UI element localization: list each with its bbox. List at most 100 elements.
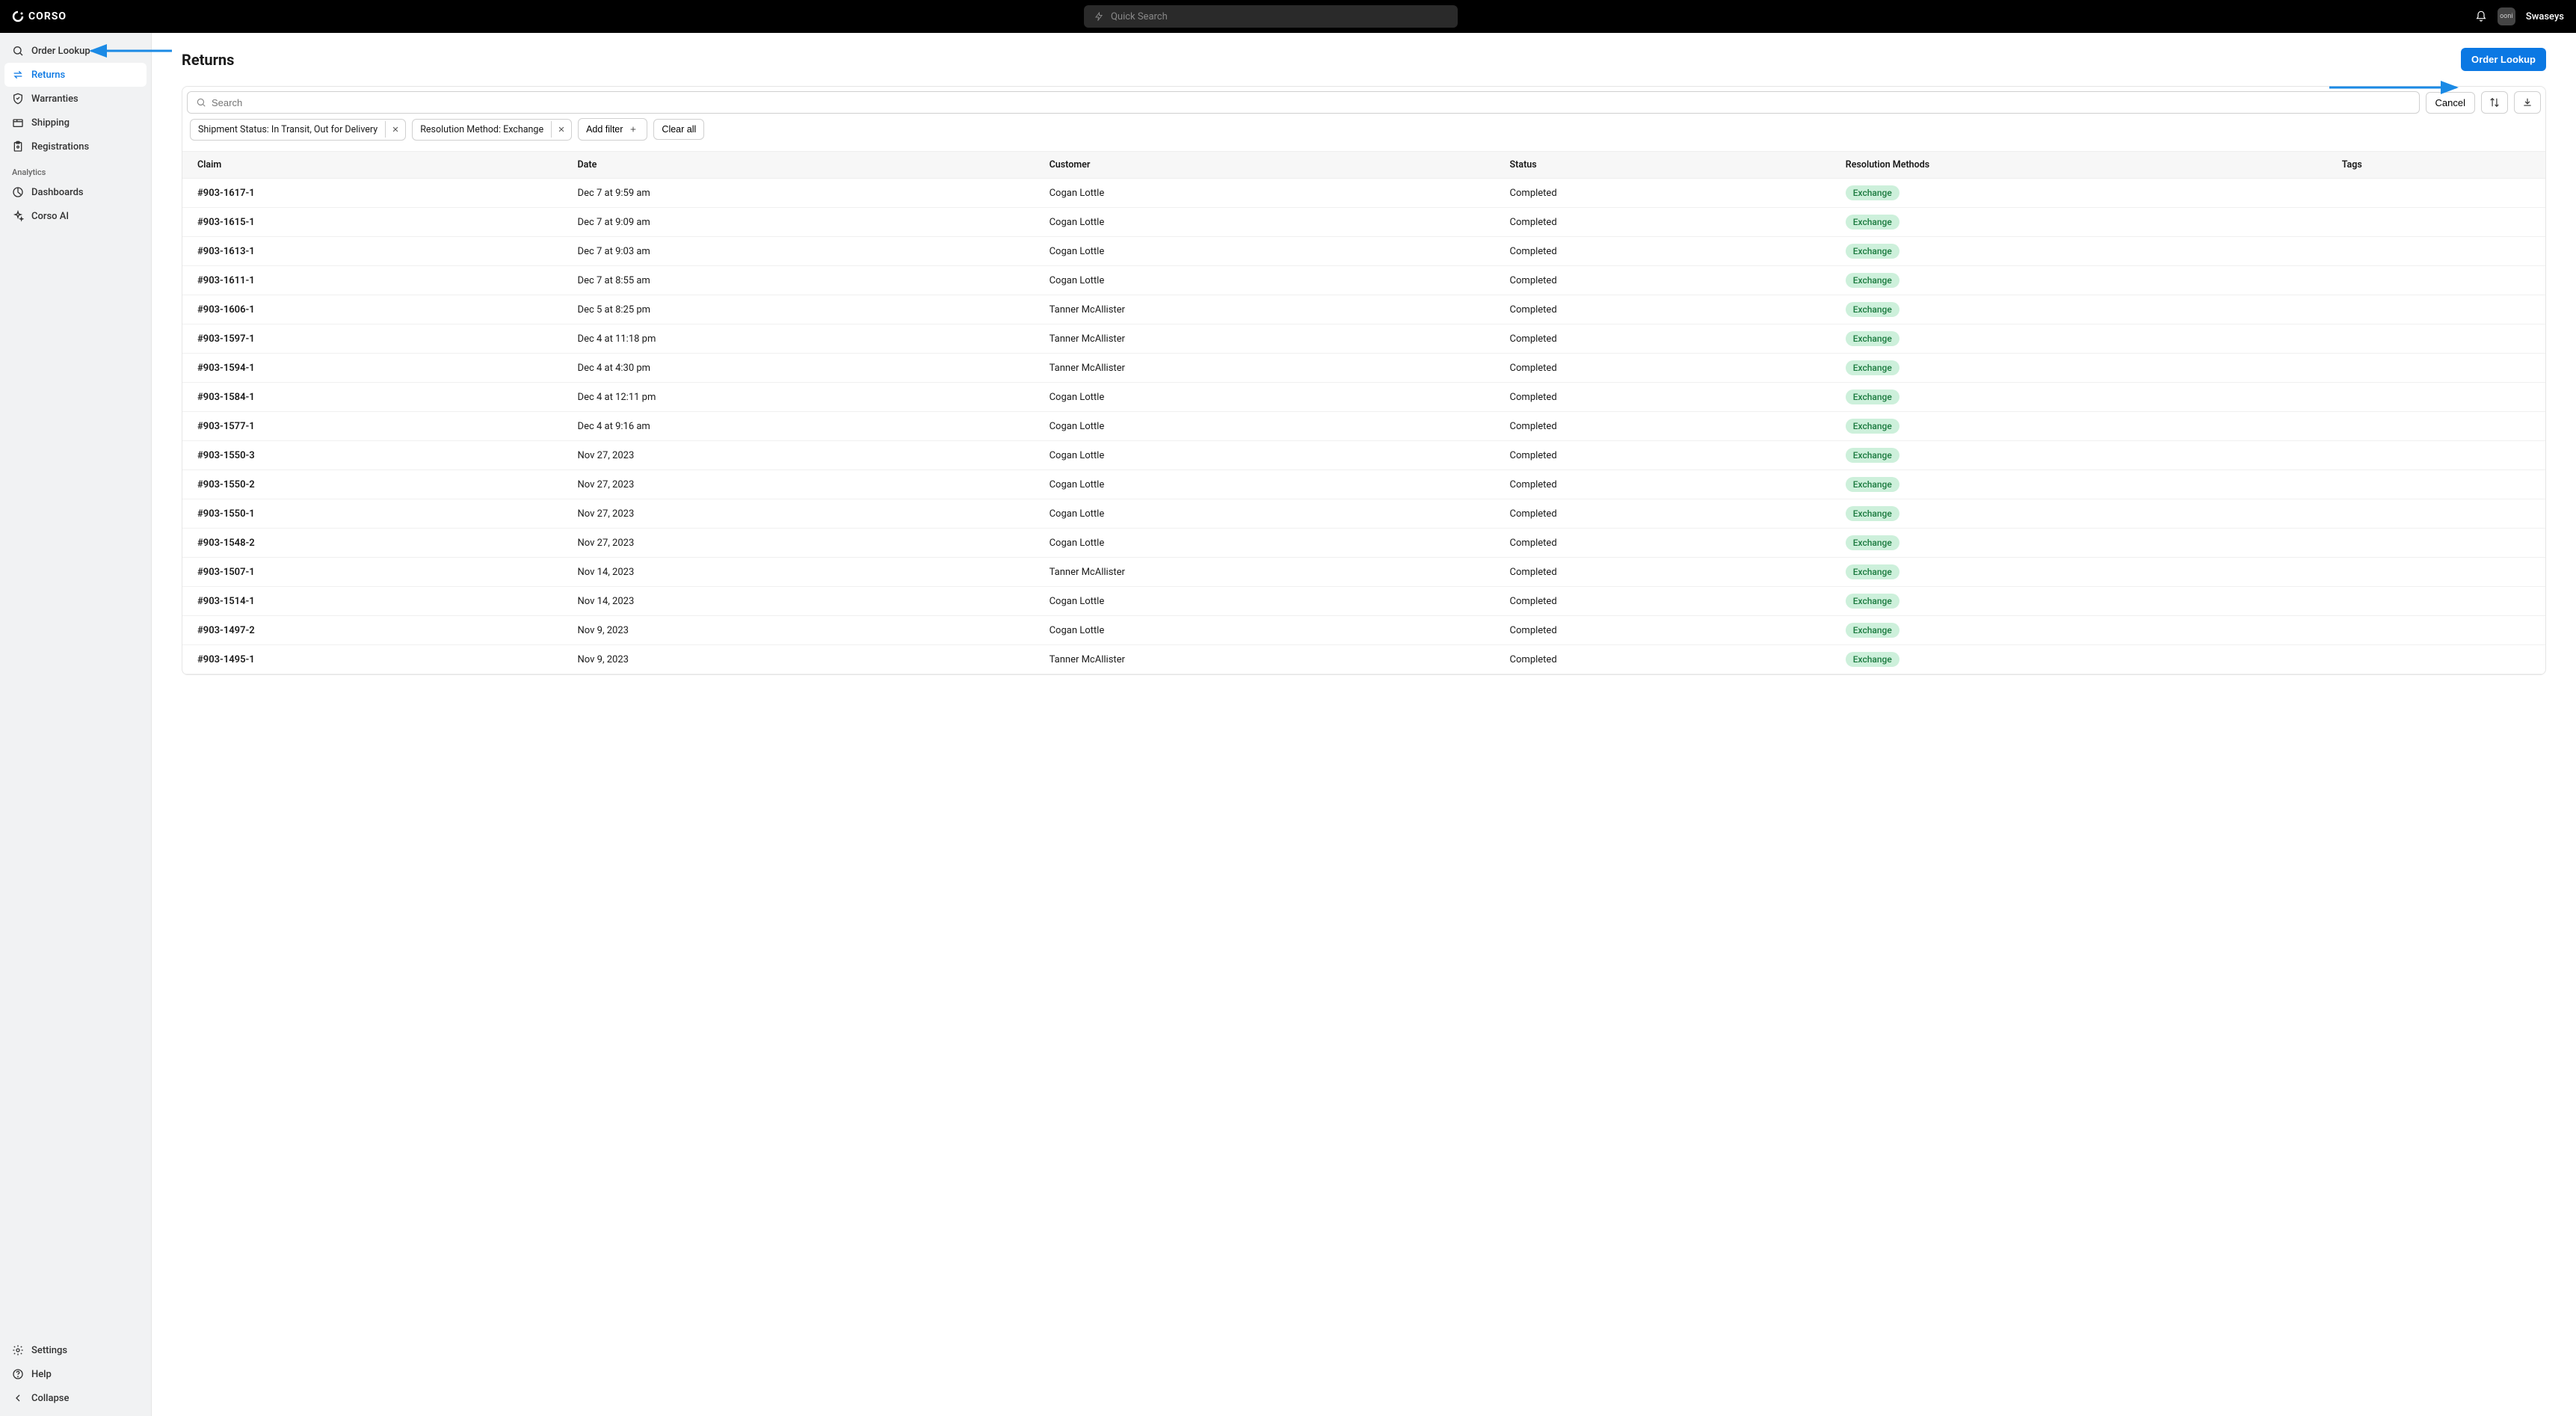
filter-chip[interactable]: Resolution Method: Exchange [412,119,572,141]
sidebar-item-settings[interactable]: Settings [4,1338,147,1362]
sidebar: Order LookupReturnsWarrantiesShippingReg… [0,33,152,1416]
plus-icon [627,123,639,135]
user-name[interactable]: Swaseys [2526,11,2564,22]
gear-icon [12,1344,24,1356]
resolution-badge: Exchange [1846,302,1899,317]
column-header[interactable]: Tags [2327,152,2545,179]
cell-date: Nov 27, 2023 [563,470,1035,499]
resolution-badge: Exchange [1846,535,1899,550]
table-search-field[interactable] [212,97,2412,108]
cell-date: Dec 7 at 9:59 am [563,179,1035,208]
cell-customer: Tanner McAllister [1035,295,1495,324]
download-button[interactable] [2514,91,2541,114]
cell-tags [2327,441,2545,470]
cell-tags [2327,354,2545,383]
quick-search-input[interactable]: Quick Search [1084,5,1458,28]
cell-customer: Cogan Lottle [1035,412,1495,441]
cell-tags [2327,558,2545,587]
cell-tags [2327,324,2545,354]
cell-resolution: Exchange [1831,208,2327,237]
swap-icon [12,69,24,81]
sidebar-item-collapse[interactable]: Collapse [4,1386,147,1410]
resolution-badge: Exchange [1846,185,1899,200]
sidebar-item-registrations[interactable]: Registrations [4,135,147,158]
table-row[interactable]: #903-1617-1Dec 7 at 9:59 amCogan LottleC… [182,179,2545,208]
quick-search-placeholder: Quick Search [1111,11,1168,22]
cell-claim: #903-1594-1 [182,354,563,383]
cell-customer: Cogan Lottle [1035,208,1495,237]
cell-status: Completed [1495,179,1831,208]
clear-all-button[interactable]: Clear all [653,119,704,140]
cell-claim: #903-1597-1 [182,324,563,354]
table-row[interactable]: #903-1507-1Nov 14, 2023Tanner McAllister… [182,558,2545,587]
order-lookup-button[interactable]: Order Lookup [2461,48,2546,71]
cell-date: Dec 7 at 8:55 am [563,266,1035,295]
table-row[interactable]: #903-1597-1Dec 4 at 11:18 pmTanner McAll… [182,324,2545,354]
cell-date: Nov 14, 2023 [563,587,1035,616]
cell-customer: Tanner McAllister [1035,324,1495,354]
cell-tags [2327,616,2545,645]
sidebar-item-warranties[interactable]: Warranties [4,87,147,111]
cell-resolution: Exchange [1831,324,2327,354]
sidebar-item-dashboards[interactable]: Dashboards [4,180,147,204]
cell-customer: Cogan Lottle [1035,616,1495,645]
sidebar-section-analytics: Analytics [4,158,147,180]
column-header[interactable]: Date [563,152,1035,179]
cancel-button[interactable]: Cancel [2426,92,2475,114]
cell-claim: #903-1611-1 [182,266,563,295]
column-header[interactable]: Customer [1035,152,1495,179]
table-row[interactable]: #903-1594-1Dec 4 at 4:30 pmTanner McAlli… [182,354,2545,383]
table-row[interactable]: #903-1550-2Nov 27, 2023Cogan LottleCompl… [182,470,2545,499]
table-row[interactable]: #903-1548-2Nov 27, 2023Cogan LottleCompl… [182,529,2545,558]
sidebar-item-shipping[interactable]: Shipping [4,111,147,135]
cell-status: Completed [1495,529,1831,558]
sort-button[interactable] [2481,91,2508,114]
bell-icon[interactable] [2475,10,2487,22]
table-row[interactable]: #903-1514-1Nov 14, 2023Cogan LottleCompl… [182,587,2545,616]
sidebar-item-corso-ai[interactable]: Corso AI [4,204,147,228]
topbar: CORSO Quick Search ooni Swaseys [0,0,2576,33]
table-search-input[interactable] [187,91,2420,114]
table-row[interactable]: #903-1613-1Dec 7 at 9:03 amCogan LottleC… [182,237,2545,266]
cell-customer: Cogan Lottle [1035,266,1495,295]
table-row[interactable]: #903-1550-3Nov 27, 2023Cogan LottleCompl… [182,441,2545,470]
user-avatar[interactable]: ooni [2498,7,2515,25]
table-row[interactable]: #903-1577-1Dec 4 at 9:16 amCogan LottleC… [182,412,2545,441]
resolution-badge: Exchange [1846,564,1899,579]
cell-date: Dec 5 at 8:25 pm [563,295,1035,324]
chart-icon [12,186,24,198]
cell-status: Completed [1495,558,1831,587]
table-row[interactable]: #903-1495-1Nov 9, 2023Tanner McAllisterC… [182,645,2545,674]
cell-tags [2327,266,2545,295]
filter-chip-close[interactable] [551,121,571,138]
sidebar-item-returns[interactable]: Returns [4,63,147,87]
table-row[interactable]: #903-1550-1Nov 27, 2023Cogan LottleCompl… [182,499,2545,529]
cell-claim: #903-1514-1 [182,587,563,616]
filter-chip[interactable]: Shipment Status: In Transit, Out for Del… [190,119,406,141]
cell-status: Completed [1495,324,1831,354]
cell-resolution: Exchange [1831,587,2327,616]
column-header[interactable]: Claim [182,152,563,179]
filter-chip-close[interactable] [385,121,405,138]
brand-logo[interactable]: CORSO [12,10,67,22]
sparkle-icon [12,210,24,222]
cell-customer: Cogan Lottle [1035,179,1495,208]
sidebar-item-help[interactable]: Help [4,1362,147,1386]
add-filter-button[interactable]: Add filter [578,118,647,141]
table-row[interactable]: #903-1611-1Dec 7 at 8:55 amCogan LottleC… [182,266,2545,295]
table-row[interactable]: #903-1615-1Dec 7 at 9:09 amCogan LottleC… [182,208,2545,237]
table-row[interactable]: #903-1497-2Nov 9, 2023Cogan LottleComple… [182,616,2545,645]
help-icon [12,1368,24,1380]
sort-icon [2489,96,2500,108]
add-filter-label: Add filter [586,124,623,135]
table-row[interactable]: #903-1606-1Dec 5 at 8:25 pmTanner McAlli… [182,295,2545,324]
cell-date: Nov 9, 2023 [563,645,1035,674]
table-row[interactable]: #903-1584-1Dec 4 at 12:11 pmCogan Lottle… [182,383,2545,412]
cell-claim: #903-1497-2 [182,616,563,645]
column-header[interactable]: Status [1495,152,1831,179]
sidebar-item-label: Corso AI [31,211,69,222]
sidebar-item-order-lookup[interactable]: Order Lookup [4,39,147,63]
cell-customer: Cogan Lottle [1035,470,1495,499]
column-header[interactable]: Resolution Methods [1831,152,2327,179]
cell-customer: Cogan Lottle [1035,383,1495,412]
